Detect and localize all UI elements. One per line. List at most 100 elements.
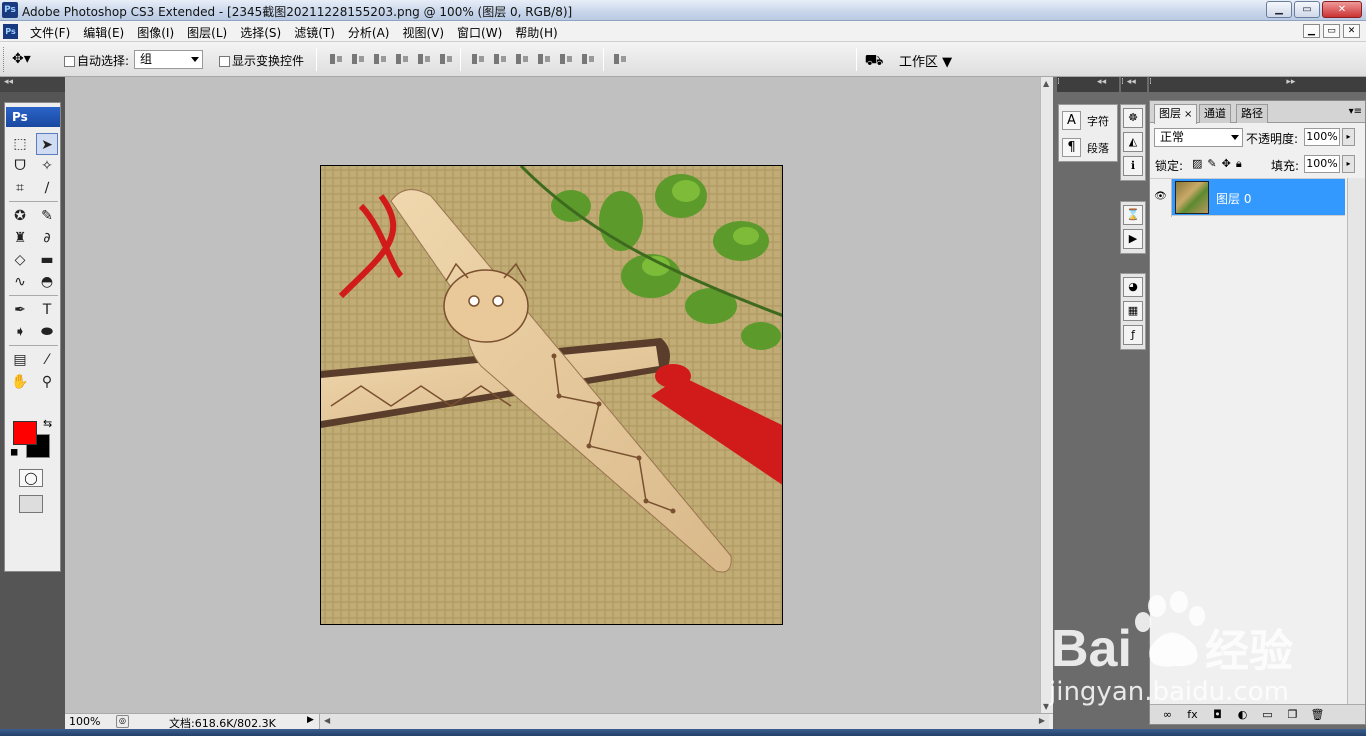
menu-image[interactable]: 图像(I) xyxy=(137,24,174,41)
zoom-level[interactable]: 100% xyxy=(69,715,100,728)
opacity-slider-arrow-icon[interactable]: ▸ xyxy=(1342,128,1355,146)
scroll-down-icon[interactable]: ▼ xyxy=(1043,702,1049,711)
document-image[interactable] xyxy=(320,165,783,625)
lock-pixels-icon[interactable]: ✎ xyxy=(1207,157,1216,171)
menu-filter[interactable]: 滤镜(T) xyxy=(294,24,335,41)
clone-stamp-tool-icon[interactable]: ♜ xyxy=(9,227,31,249)
pen-tool-icon[interactable]: ✒ xyxy=(9,299,31,321)
magic-wand-tool-icon[interactable]: ✧ xyxy=(36,155,58,177)
scroll-right-icon[interactable]: ▶ xyxy=(1039,716,1045,725)
tab-layers[interactable]: 图层 × xyxy=(1154,104,1198,124)
info-icon[interactable]: ℹ xyxy=(1123,156,1143,176)
distribute-vcenter-icon[interactable] xyxy=(492,52,508,66)
notes-tool-icon[interactable]: ▤ xyxy=(9,349,31,371)
layer-thumbnail[interactable] xyxy=(1175,181,1209,214)
fill-slider-arrow-icon[interactable]: ▸ xyxy=(1342,155,1355,173)
menu-layer[interactable]: 图层(L) xyxy=(187,24,227,41)
ellipse-tool-icon[interactable]: ⬬ xyxy=(36,321,58,343)
styles-icon[interactable]: ƒ xyxy=(1123,325,1143,345)
hand-tool-icon[interactable]: ✋ xyxy=(9,371,31,393)
doc-restore-button[interactable]: ▭ xyxy=(1323,24,1340,38)
doc-close-button[interactable]: ✕ xyxy=(1343,24,1360,38)
link-layers-icon[interactable]: ∞ xyxy=(1158,708,1177,721)
delete-layer-icon[interactable]: 🗑︎ xyxy=(1308,708,1327,721)
screen-mode-icon[interactable] xyxy=(19,495,43,513)
photoshop-menu-icon[interactable]: Ps xyxy=(3,24,18,39)
menu-view[interactable]: 视图(V) xyxy=(402,24,444,41)
align-bottom-icon[interactable] xyxy=(372,52,388,66)
lock-position-icon[interactable]: ✥ xyxy=(1222,157,1231,171)
status-preview-icon[interactable]: ◎ xyxy=(116,715,129,728)
path-selection-tool-icon[interactable]: ➧ xyxy=(9,321,31,343)
workspace-button[interactable]: 工作区 ▼ xyxy=(899,51,952,70)
minimize-button[interactable]: ▁ xyxy=(1266,1,1292,18)
vertical-scrollbar[interactable]: ▲ ▼ xyxy=(1040,77,1053,713)
layers-dock-header[interactable]: ⁞ ▸▸ xyxy=(1149,77,1366,92)
auto-align-layers-icon[interactable] xyxy=(612,52,628,66)
align-top-icon[interactable] xyxy=(328,52,344,66)
align-hcenter-icon[interactable] xyxy=(416,52,432,66)
quick-mask-icon[interactable]: ◯ xyxy=(19,469,43,487)
char-panel-header[interactable]: ⁞ ◂◂ xyxy=(1057,77,1119,92)
layer-style-icon[interactable]: fx xyxy=(1183,708,1202,721)
show-transform-check-icon[interactable] xyxy=(219,56,230,67)
menu-help[interactable]: 帮助(H) xyxy=(515,24,557,41)
foreground-color-swatch[interactable] xyxy=(13,421,37,445)
menu-edit[interactable]: 编辑(E) xyxy=(83,24,124,41)
menu-select[interactable]: 选择(S) xyxy=(240,24,281,41)
move-tool-icon[interactable]: ➤ xyxy=(36,133,58,155)
menu-window[interactable]: 窗口(W) xyxy=(457,24,502,41)
zoom-tool-icon[interactable]: ⚲ xyxy=(36,371,58,393)
navigator-icon[interactable]: ☸ xyxy=(1123,108,1143,128)
auto-select-dropdown[interactable]: 组 xyxy=(134,50,203,69)
new-group-icon[interactable]: ▭ xyxy=(1258,708,1277,721)
close-button[interactable]: ✕ xyxy=(1322,1,1362,18)
menu-file[interactable]: 文件(F) xyxy=(30,24,70,41)
show-transform-checkbox[interactable]: 显示变换控件 xyxy=(219,52,304,69)
blur-tool-icon[interactable]: ∿ xyxy=(9,271,31,293)
options-grip[interactable] xyxy=(3,47,6,72)
scroll-up-icon[interactable]: ▲ xyxy=(1043,79,1049,88)
opacity-input[interactable]: 100% xyxy=(1304,128,1340,146)
panel-menu-icon[interactable]: ▾≡ xyxy=(1349,106,1362,117)
auto-select-check-icon[interactable] xyxy=(64,56,75,67)
slice-tool-icon[interactable]: ∕ xyxy=(36,177,58,199)
swap-colors-icon[interactable]: ⇆ xyxy=(43,417,52,430)
horizontal-scrollbar[interactable]: ◀ ▶ xyxy=(319,714,1049,729)
default-colors-icon[interactable]: ◼ xyxy=(10,447,18,458)
tab-channels[interactable]: 通道 xyxy=(1199,104,1231,123)
distribute-top-icon[interactable] xyxy=(470,52,486,66)
lock-transparency-icon[interactable]: ▨ xyxy=(1192,157,1202,171)
align-left-icon[interactable] xyxy=(394,52,410,66)
doc-minimize-button[interactable]: ▁ xyxy=(1303,24,1320,38)
bridge-icon[interactable]: ⛟ xyxy=(862,50,886,70)
distribute-hcenter-icon[interactable] xyxy=(558,52,574,66)
align-vcenter-icon[interactable] xyxy=(350,52,366,66)
fill-input[interactable]: 100% xyxy=(1304,155,1340,173)
history-icon[interactable]: ⌛ xyxy=(1123,205,1143,225)
gradient-tool-icon[interactable]: ▬ xyxy=(36,249,58,271)
eye-icon[interactable]: 👁︎ xyxy=(1150,179,1172,217)
histogram-icon[interactable]: ◭ xyxy=(1123,132,1143,152)
healing-brush-tool-icon[interactable]: ✪ xyxy=(9,205,31,227)
history-brush-tool-icon[interactable]: ∂ xyxy=(36,227,58,249)
tools-collapse-icon[interactable]: ◂◂ xyxy=(0,77,65,92)
lock-all-icon[interactable]: 🔒︎ xyxy=(1236,157,1242,171)
canvas-area[interactable] xyxy=(65,77,1040,713)
layer-mask-icon[interactable]: ◘ xyxy=(1208,708,1227,721)
toolbox-logo[interactable]: Ps xyxy=(6,107,60,127)
crop-tool-icon[interactable]: ⌗ xyxy=(9,177,31,199)
layers-scrollbar[interactable] xyxy=(1347,178,1365,708)
scroll-left-icon[interactable]: ◀ xyxy=(324,716,330,725)
character-panel-button[interactable]: A 字符 xyxy=(1062,111,1109,130)
brush-tool-icon[interactable]: ✎ xyxy=(36,205,58,227)
lasso-tool-icon[interactable]: ᗜ xyxy=(9,155,31,177)
color-icon[interactable]: ◕ xyxy=(1123,277,1143,297)
adjustment-layer-icon[interactable]: ◐ xyxy=(1233,708,1252,721)
distribute-right-icon[interactable] xyxy=(580,52,596,66)
blend-mode-dropdown[interactable]: 正常 xyxy=(1154,128,1243,147)
swatches-icon[interactable]: ▦ xyxy=(1123,301,1143,321)
layer-name[interactable]: 图层 0 xyxy=(1216,190,1251,207)
marquee-tool-icon[interactable]: ⬚ xyxy=(9,133,31,155)
tab-paths[interactable]: 路径 xyxy=(1236,104,1268,123)
